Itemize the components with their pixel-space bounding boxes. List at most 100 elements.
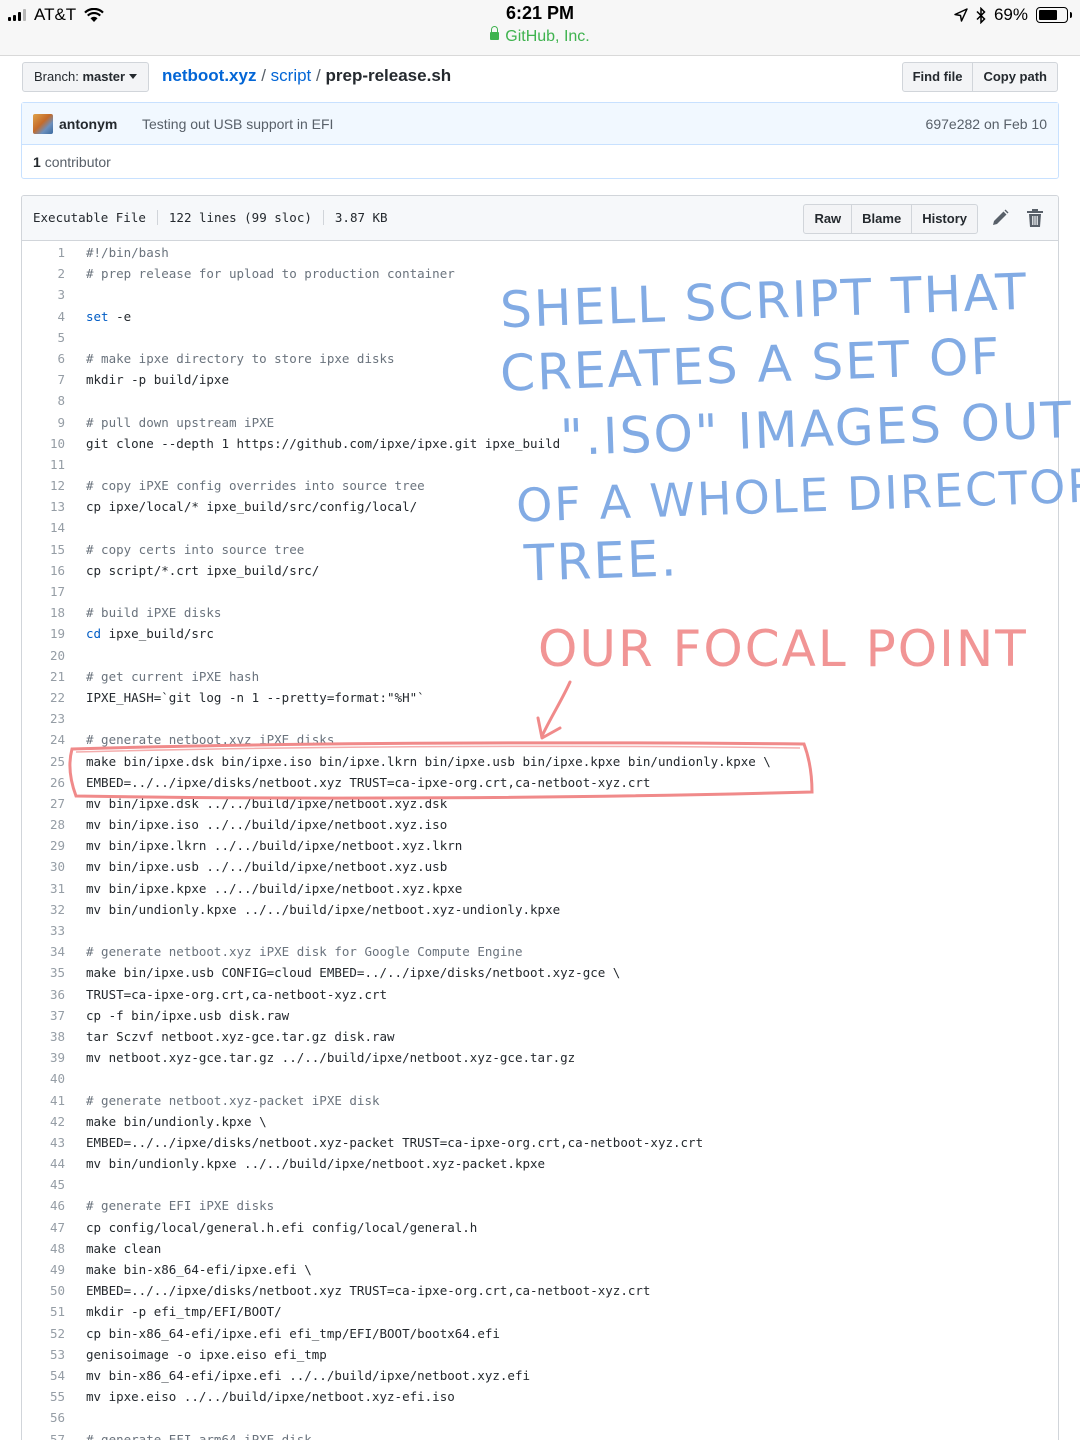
file-viewer: Executable File 122 lines (99 sloc) 3.87… (21, 195, 1059, 1440)
line-number[interactable]: 42 (22, 1111, 65, 1132)
line-number[interactable]: 26 (22, 772, 65, 793)
code-line: 57 # generate EFI arm64 iPXE disk (22, 1429, 1058, 1440)
code-line: 5 (22, 327, 1058, 348)
line-number[interactable]: 46 (22, 1195, 65, 1216)
line-number[interactable]: 6 (22, 348, 65, 369)
line-number[interactable]: 14 (22, 517, 65, 538)
line-number[interactable]: 57 (22, 1429, 65, 1440)
line-number[interactable]: 22 (22, 687, 65, 708)
line-number[interactable]: 31 (22, 878, 65, 899)
line-number[interactable]: 47 (22, 1217, 65, 1238)
breadcrumb: netboot.xyz / script / prep-release.sh (162, 66, 451, 86)
line-content: cp -f bin/ipxe.usb disk.raw (86, 1007, 290, 1023)
code-line: 16 cp script/*.crt ipxe_build/src/ (22, 560, 1058, 581)
line-number[interactable]: 49 (22, 1259, 65, 1280)
line-number[interactable]: 51 (22, 1301, 65, 1322)
line-number[interactable]: 35 (22, 962, 65, 983)
line-number[interactable]: 25 (22, 751, 65, 772)
line-number[interactable]: 28 (22, 814, 65, 835)
contributors-link[interactable]: 1 contributor (33, 154, 111, 170)
copy-path-button[interactable]: Copy path (972, 62, 1058, 92)
line-number[interactable]: 41 (22, 1090, 65, 1111)
line-content: genisoimage -o ipxe.eiso efi_tmp (86, 1346, 327, 1362)
line-content: # copy iPXE config overrides into source… (86, 478, 425, 494)
commit-message-link[interactable]: Testing out USB support in EFI (142, 116, 333, 132)
line-number[interactable]: 10 (22, 433, 65, 454)
code-line: 51 mkdir -p efi_tmp/EFI/BOOT/ (22, 1301, 1058, 1322)
line-content: set -e (86, 308, 132, 324)
line-number[interactable]: 53 (22, 1344, 65, 1365)
line-number[interactable]: 40 (22, 1068, 65, 1089)
commit-author-link[interactable]: antonym (59, 116, 117, 132)
line-number[interactable]: 1 (22, 242, 65, 263)
code-line: 36 TRUST=ca-ipxe-org.crt,ca-netboot-xyz.c… (22, 984, 1058, 1005)
location-arrow-icon (954, 8, 968, 22)
line-number[interactable]: 37 (22, 1005, 65, 1026)
line-number[interactable]: 16 (22, 560, 65, 581)
line-number[interactable]: 7 (22, 369, 65, 390)
line-number[interactable]: 5 (22, 327, 65, 348)
breadcrumb-dir-link[interactable]: script (271, 66, 312, 85)
file-size: 3.87 KB (322, 210, 399, 225)
line-number[interactable]: 20 (22, 645, 65, 666)
avatar[interactable] (33, 114, 53, 134)
line-content: # generate netboot.xyz iPXE disks (86, 732, 335, 748)
line-number[interactable]: 44 (22, 1153, 65, 1174)
line-number[interactable]: 36 (22, 984, 65, 1005)
code-line: 8 (22, 390, 1058, 411)
line-number[interactable]: 19 (22, 623, 65, 644)
line-number[interactable]: 32 (22, 899, 65, 920)
code-line: 45 (22, 1174, 1058, 1195)
history-button[interactable]: History (911, 204, 978, 234)
line-number[interactable]: 12 (22, 475, 65, 496)
breadcrumb-separator: / (261, 66, 266, 85)
line-number[interactable]: 43 (22, 1132, 65, 1153)
file-info: Executable File 122 lines (99 sloc) 3.87… (33, 210, 399, 225)
code-line: 39 mv netboot.xyz-gce.tar.gz ../../build/… (22, 1047, 1058, 1068)
code-line: 13 cp ipxe/local/* ipxe_build/src/config/… (22, 496, 1058, 517)
line-number[interactable]: 23 (22, 708, 65, 729)
line-number[interactable]: 15 (22, 539, 65, 560)
line-number[interactable]: 34 (22, 941, 65, 962)
line-content: #!/bin/bash (86, 245, 169, 260)
line-number[interactable]: 21 (22, 666, 65, 687)
line-number[interactable]: 2 (22, 263, 65, 284)
pencil-icon[interactable] (990, 208, 1010, 228)
breadcrumb-repo-link[interactable]: netboot.xyz (162, 66, 256, 85)
line-number[interactable]: 33 (22, 920, 65, 941)
line-number[interactable]: 18 (22, 602, 65, 623)
line-number[interactable]: 4 (22, 306, 65, 327)
code-line: 20 (22, 645, 1058, 666)
line-number[interactable]: 55 (22, 1386, 65, 1407)
line-number[interactable]: 50 (22, 1280, 65, 1301)
line-content: git clone --depth 1 https://github.com/i… (86, 435, 561, 451)
line-number[interactable]: 54 (22, 1365, 65, 1386)
line-number[interactable]: 52 (22, 1323, 65, 1344)
line-number[interactable]: 24 (22, 729, 65, 750)
line-number[interactable]: 8 (22, 390, 65, 411)
line-number[interactable]: 3 (22, 284, 65, 305)
line-number[interactable]: 17 (22, 581, 65, 602)
line-number[interactable]: 38 (22, 1026, 65, 1047)
branch-select-button[interactable]: Branch: master (22, 62, 150, 92)
blame-button[interactable]: Blame (851, 204, 913, 234)
line-number[interactable]: 56 (22, 1407, 65, 1428)
raw-button[interactable]: Raw (803, 204, 853, 234)
line-content: make bin-x86_64-efi/ipxe.efi \ (86, 1262, 312, 1277)
line-number[interactable]: 9 (22, 412, 65, 433)
trash-icon[interactable] (1026, 208, 1044, 228)
line-number[interactable]: 48 (22, 1238, 65, 1259)
line-content: mv bin/ipxe.usb ../../build/ipxe/netboot… (86, 859, 448, 875)
line-number[interactable]: 39 (22, 1047, 65, 1068)
line-number[interactable]: 27 (22, 793, 65, 814)
commit-sha-date[interactable]: 697e282 on Feb 10 (926, 116, 1047, 132)
find-file-button[interactable]: Find file (901, 62, 974, 92)
line-number[interactable]: 45 (22, 1174, 65, 1195)
line-number[interactable]: 11 (22, 454, 65, 475)
lock-icon (490, 26, 500, 40)
line-number[interactable]: 29 (22, 835, 65, 856)
code-line: 33 (22, 920, 1058, 941)
line-number[interactable]: 13 (22, 496, 65, 517)
line-number[interactable]: 30 (22, 856, 65, 877)
code-line: 6 # make ipxe directory to store ipxe dis… (22, 348, 1058, 369)
